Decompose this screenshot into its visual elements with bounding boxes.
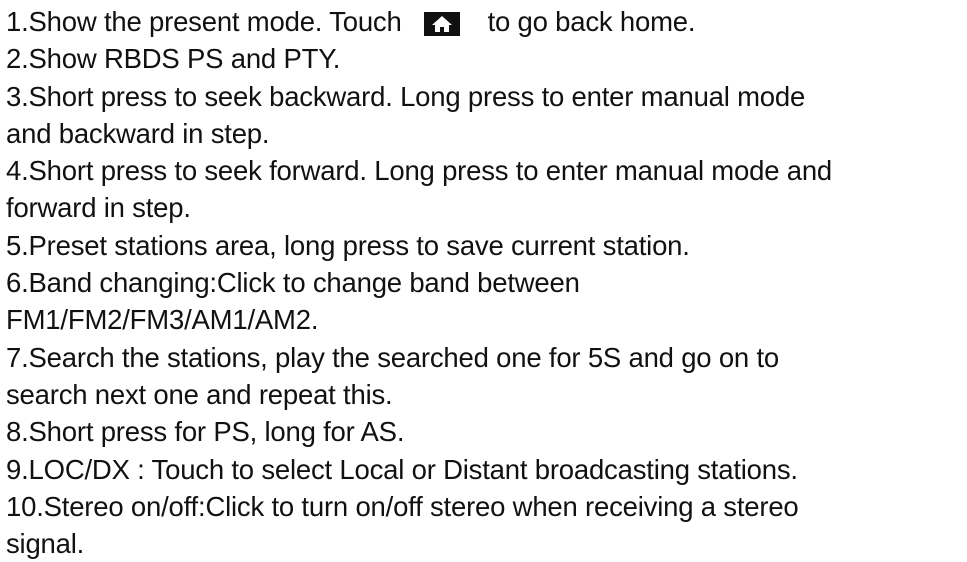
list-item-4-line-2: forward in step. <box>6 192 191 224</box>
list-item-1-text-after-icon: to go back home. <box>487 6 696 37</box>
list-item-8-line-1: 8.Short press for PS, long for AS. <box>6 416 405 448</box>
list-item-4-line-1: 4.Short press to seek forward. Long pres… <box>6 155 833 187</box>
instruction-list: 1.Show the present mode. Touch to go back… <box>6 3 964 562</box>
list-item-1-line-1: 1.Show the present mode. Touch to go back… <box>6 3 964 40</box>
list-item-3-line-2: and backward in step. <box>6 117 270 149</box>
list-item-5-line-1: 5.Preset stations area, long press to sa… <box>6 229 690 261</box>
list-item-10-line-2: signal. <box>6 528 85 560</box>
list-item-1-text-before-icon: 1.Show the present mode. Touch <box>6 6 402 37</box>
list-item-6-line-2: FM1/FM2/FM3/AM1/AM2. <box>6 304 319 336</box>
list-item-6-line-1: 6.Band changing:Click to change band bet… <box>6 267 580 299</box>
list-item-10-line-1: 10.Stereo on/off:Click to turn on/off st… <box>6 490 799 522</box>
home-icon <box>423 8 460 36</box>
list-item-2-line-1: 2.Show RBDS PS and PTY. <box>6 43 341 75</box>
list-item-3-line-1: 3.Short press to seek backward. Long pre… <box>6 80 806 112</box>
list-item-7-line-2: search next one and repeat this. <box>6 378 393 410</box>
list-item-7-line-1: 7.Search the stations, play the searched… <box>6 341 780 373</box>
list-item-9-line-1: 9.LOC/DX : Touch to select Local or Dist… <box>6 453 798 485</box>
